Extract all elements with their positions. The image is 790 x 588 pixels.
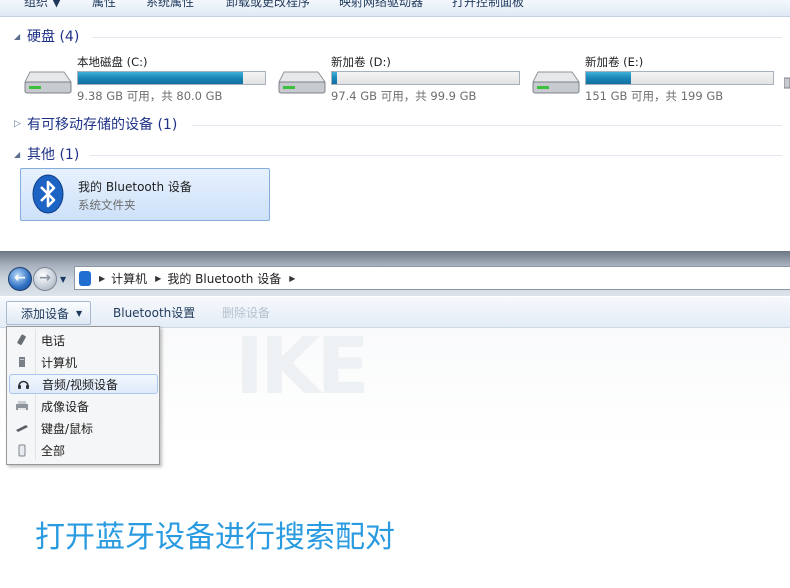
forward-button[interactable]: → — [33, 267, 57, 291]
drive-free-space: 151 GB 可用，共 199 GB — [585, 89, 724, 103]
headphones-icon — [16, 377, 30, 391]
drive-usage-bar — [585, 71, 774, 85]
computer-icon — [15, 355, 29, 369]
bluetooth-settings-button[interactable]: Bluetooth设置 — [113, 301, 195, 323]
hard-drive-icon — [278, 71, 326, 94]
drive-free-space: 9.38 GB 可用，共 80.0 GB — [77, 89, 223, 103]
menu-item-imaging[interactable]: 成像设备 — [9, 396, 156, 416]
add-device-button[interactable]: 添加设备 ▼ — [6, 301, 92, 325]
menu-item-all[interactable]: 全部 — [9, 440, 156, 460]
collapsed-triangle-icon: ▷ — [14, 119, 21, 129]
toolbar-map-drive[interactable]: 映射网络驱动器 — [339, 0, 423, 10]
drive-c[interactable]: 本地磁盘 (C:) 9.38 GB 可用，共 80.0 GB — [24, 54, 274, 104]
section-removable-label: 有可移动存储的设备 (1) — [27, 117, 178, 133]
add-device-menu: 电话 计算机 音频/视频设备 成像设备 键盘/鼠标 全部 — [6, 326, 160, 465]
bluetooth-folder-icon — [79, 270, 91, 286]
keyboard-icon — [15, 421, 29, 435]
toolbar-properties[interactable]: 属性 — [92, 0, 116, 10]
toolbar-organize[interactable]: 组织 ▼ — [24, 0, 61, 10]
expanded-triangle-icon: ◢ — [14, 149, 21, 159]
menu-item-label: 音频/视频设备 — [42, 377, 119, 392]
explorer-toolbar: 组织 ▼ 属性 系统属性 卸载或更改程序 映射网络驱动器 打开控制面板 — [0, 0, 790, 17]
section-other[interactable]: ◢ 其他 (1) — [14, 145, 79, 163]
drive-free-space: 97.4 GB 可用，共 99.9 GB — [331, 89, 477, 103]
dropdown-caret-icon: ▼ — [76, 308, 83, 318]
drive-e[interactable]: 新加卷 (E:) 151 GB 可用，共 199 GB — [532, 54, 782, 104]
section-divider — [192, 115, 782, 133]
hard-drive-icon — [532, 71, 580, 94]
breadcrumb-arrow-icon[interactable]: ▶ — [289, 274, 295, 283]
tile-subtitle: 系统文件夹 — [78, 198, 136, 212]
expanded-triangle-icon: ◢ — [14, 31, 21, 41]
add-device-label: 添加设备 — [21, 306, 70, 321]
toolbar-uninstall[interactable]: 卸载或更改程序 — [226, 0, 310, 10]
hard-drive-icon-partial — [784, 77, 790, 89]
bluetooth-icon — [32, 174, 64, 214]
menu-item-label: 键盘/鼠标 — [41, 421, 94, 436]
menu-item-audio-video[interactable]: 音频/视频设备 — [9, 374, 158, 394]
menu-item-label: 全部 — [41, 443, 66, 458]
menu-item-keyboard-mouse[interactable]: 键盘/鼠标 — [9, 418, 156, 438]
back-button[interactable]: ← — [8, 267, 32, 291]
breadcrumb-arrow-icon[interactable]: ▶ — [155, 274, 161, 283]
menu-item-phone[interactable]: 电话 — [9, 330, 156, 350]
tile-title: 我的 Bluetooth 设备 — [78, 180, 192, 194]
section-removable[interactable]: ▷ 有可移动存储的设备 (1) — [14, 115, 177, 133]
address-box[interactable]: ▶ 计算机 ▶ 我的 Bluetooth 设备 ▶ — [74, 266, 790, 290]
drive-name: 新加卷 (D:) — [331, 55, 391, 69]
my-bluetooth-devices-tile[interactable]: 我的 Bluetooth 设备 系统文件夹 — [20, 168, 270, 221]
menu-item-label: 成像设备 — [41, 399, 90, 414]
breadcrumb-arrow-icon[interactable]: ▶ — [99, 274, 105, 283]
menu-item-label: 电话 — [41, 333, 66, 348]
hard-drive-icon — [24, 71, 72, 94]
drive-name: 本地磁盘 (C:) — [77, 55, 148, 69]
section-hard-disks-label: 硬盘 (4) — [27, 29, 80, 45]
forward-arrow-icon: → — [39, 270, 51, 286]
address-bar-area: ← → ▼ ▶ 计算机 ▶ 我的 Bluetooth 设备 ▶ — [0, 251, 790, 296]
drive-d[interactable]: 新加卷 (D:) 97.4 GB 可用，共 99.9 GB — [278, 54, 528, 104]
menu-item-label: 计算机 — [41, 355, 78, 370]
device-icon — [15, 443, 29, 457]
drive-name: 新加卷 (E:) — [585, 55, 644, 69]
back-arrow-icon: ← — [14, 270, 26, 286]
recent-pages-dropdown-icon[interactable]: ▼ — [60, 275, 66, 284]
drive-usage-bar — [77, 71, 266, 85]
breadcrumb-computer[interactable]: 计算机 — [111, 270, 147, 287]
section-other-label: 其他 (1) — [27, 147, 80, 163]
toolbar-system-properties[interactable]: 系统属性 — [146, 0, 194, 10]
drive-usage-bar — [331, 71, 520, 85]
breadcrumb-my-bluetooth[interactable]: 我的 Bluetooth 设备 — [167, 270, 281, 287]
watermark-logo: IKE — [235, 322, 370, 412]
command-bar: 添加设备 ▼ Bluetooth设置 删除设备 — [0, 297, 790, 328]
section-divider — [92, 27, 782, 45]
delete-device-button[interactable]: 删除设备 — [222, 301, 270, 323]
phone-icon — [15, 333, 29, 347]
section-hard-disks[interactable]: ◢ 硬盘 (4) — [14, 27, 79, 45]
toolbar-control-panel[interactable]: 打开控制面板 — [452, 0, 524, 10]
section-divider — [90, 145, 782, 163]
printer-icon — [15, 399, 29, 413]
menu-item-computer[interactable]: 计算机 — [9, 352, 156, 372]
instruction-caption: 打开蓝牙设备进行搜索配对 — [35, 520, 395, 555]
